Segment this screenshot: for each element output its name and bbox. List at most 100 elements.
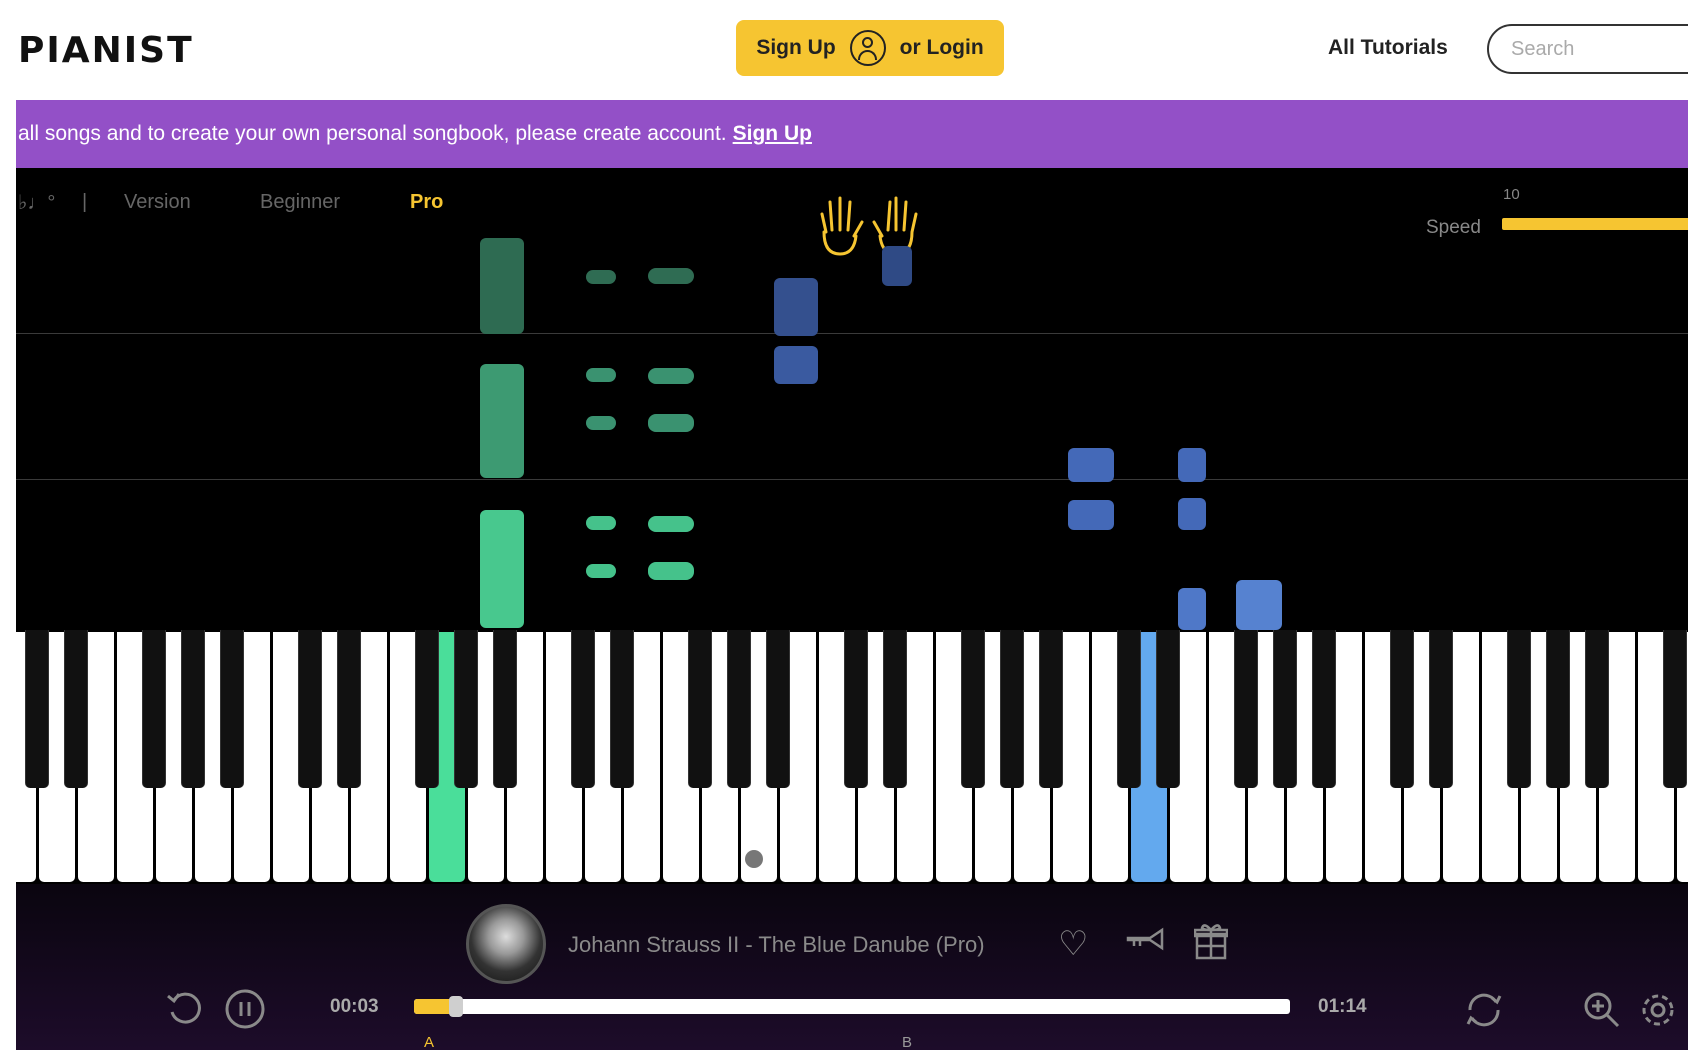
black-key[interactable]	[181, 630, 205, 788]
note-left-hand	[648, 414, 694, 432]
black-key[interactable]	[25, 630, 49, 788]
site-logo[interactable]: PIANIST	[18, 30, 194, 71]
trumpet-icon[interactable]	[1126, 924, 1166, 962]
black-key[interactable]	[415, 630, 439, 788]
signup-login-button[interactable]: Sign Up or Login	[736, 20, 1004, 76]
notation-toggle[interactable]: ♭♩°	[18, 190, 55, 215]
black-key[interactable]	[1312, 630, 1336, 788]
measure-line	[0, 333, 1688, 334]
loop-icon[interactable]	[1462, 988, 1506, 1041]
note-left-hand	[480, 510, 524, 628]
black-key[interactable]	[610, 630, 634, 788]
black-key[interactable]	[1156, 630, 1180, 788]
black-key[interactable]	[64, 630, 88, 788]
black-key[interactable]	[1273, 630, 1297, 788]
black-key[interactable]	[1507, 630, 1531, 788]
black-key[interactable]	[1117, 630, 1141, 788]
signup-label[interactable]: Sign Up	[756, 36, 835, 60]
progress-bar[interactable]	[414, 996, 1290, 1017]
zoom-icon-shape	[1584, 992, 1620, 1028]
black-key[interactable]	[1390, 630, 1414, 788]
black-key[interactable]	[1585, 630, 1609, 788]
gift-icon-shape	[1193, 924, 1229, 960]
measure-line	[0, 479, 1688, 480]
user-icon	[849, 30, 886, 66]
speed-label: Speed	[1426, 217, 1481, 238]
note-right-hand	[1178, 448, 1206, 482]
black-key[interactable]	[688, 630, 712, 788]
speed-slider[interactable]	[1502, 218, 1688, 230]
banner-message: all songs and to create your own persona…	[18, 122, 727, 145]
black-key[interactable]	[766, 630, 790, 788]
note-right-hand	[774, 346, 818, 384]
black-key[interactable]	[142, 630, 166, 788]
version-pro-option[interactable]: Pro	[410, 191, 443, 214]
heart-icon[interactable]: ♡	[1058, 924, 1088, 964]
black-key[interactable]	[727, 630, 751, 788]
pause-icon[interactable]	[224, 988, 266, 1039]
black-key[interactable]	[454, 630, 478, 788]
login-label[interactable]: or Login	[900, 36, 984, 60]
loop-marker-b[interactable]: B	[902, 1034, 912, 1051]
black-key[interactable]	[1546, 630, 1570, 788]
banner-signup-link[interactable]: Sign Up	[733, 122, 812, 145]
left-hand-icon	[820, 196, 864, 256]
zoom-icon[interactable]	[1582, 990, 1622, 1039]
note-right-hand	[774, 278, 818, 336]
black-key[interactable]	[1039, 630, 1063, 788]
current-time: 00:03	[330, 996, 379, 1017]
piano-keyboard[interactable]	[0, 630, 1688, 884]
speed-value: 10	[1503, 186, 1520, 203]
settings-icon-shape	[1642, 994, 1674, 1026]
pause-icon-shape	[225, 989, 265, 1029]
restart-icon[interactable]	[164, 988, 204, 1037]
black-key[interactable]	[220, 630, 244, 788]
note-left-hand	[648, 368, 694, 384]
black-key[interactable]	[1234, 630, 1258, 788]
black-key[interactable]	[1000, 630, 1024, 788]
song-title: Johann Strauss II - The Blue Danube (Pro…	[568, 932, 985, 957]
banner-text-wrap: all songs and to create your own persona…	[18, 100, 812, 168]
black-key[interactable]	[1429, 630, 1453, 788]
note-left-hand	[480, 364, 524, 478]
black-key[interactable]	[961, 630, 985, 788]
note-left-hand	[648, 562, 694, 580]
black-key[interactable]	[298, 630, 322, 788]
progress-handle[interactable]	[449, 996, 464, 1017]
black-key[interactable]	[337, 630, 361, 788]
note-right-hand	[1178, 588, 1206, 630]
note-left-hand	[586, 368, 616, 382]
note-left-hand	[480, 238, 524, 334]
search-input[interactable]	[1487, 24, 1688, 74]
black-key[interactable]	[883, 630, 907, 788]
middle-c-marker	[745, 850, 763, 868]
black-key[interactable]	[571, 630, 595, 788]
restart-icon-shape	[167, 992, 201, 1024]
falling-notes-stage: ♭♩° | Version Beginner Pro Speed 10	[0, 168, 1688, 630]
player-bar: Johann Strauss II - The Blue Danube (Pro…	[0, 884, 1688, 1051]
note-left-hand	[586, 270, 616, 284]
all-tutorials-link[interactable]: All Tutorials	[1328, 36, 1448, 60]
black-key[interactable]	[1663, 630, 1687, 788]
note-right-hand	[1178, 498, 1206, 530]
note-left-hand	[586, 564, 616, 578]
site-header: PIANIST Sign Up or Login All Tutorials	[0, 0, 1688, 100]
note-left-hand	[648, 268, 694, 284]
black-key[interactable]	[493, 630, 517, 788]
left-edge	[0, 100, 16, 1050]
loop-icon-shape	[1466, 993, 1502, 1027]
composer-avatar	[466, 904, 546, 984]
note-left-hand	[586, 416, 616, 430]
version-label: Version	[124, 190, 191, 213]
note-right-hand	[1068, 448, 1114, 482]
settings-icon[interactable]	[1638, 990, 1678, 1039]
black-key[interactable]	[844, 630, 868, 788]
note-left-hand	[648, 516, 694, 532]
trumpet-icon-shape	[1126, 927, 1164, 951]
total-time: 01:14	[1318, 996, 1367, 1017]
progress-fill	[414, 999, 454, 1014]
loop-marker-a[interactable]: A	[424, 1034, 434, 1051]
gift-icon[interactable]	[1193, 922, 1229, 969]
signup-banner: all songs and to create your own persona…	[0, 100, 1688, 168]
version-beginner-option[interactable]: Beginner	[260, 191, 340, 214]
